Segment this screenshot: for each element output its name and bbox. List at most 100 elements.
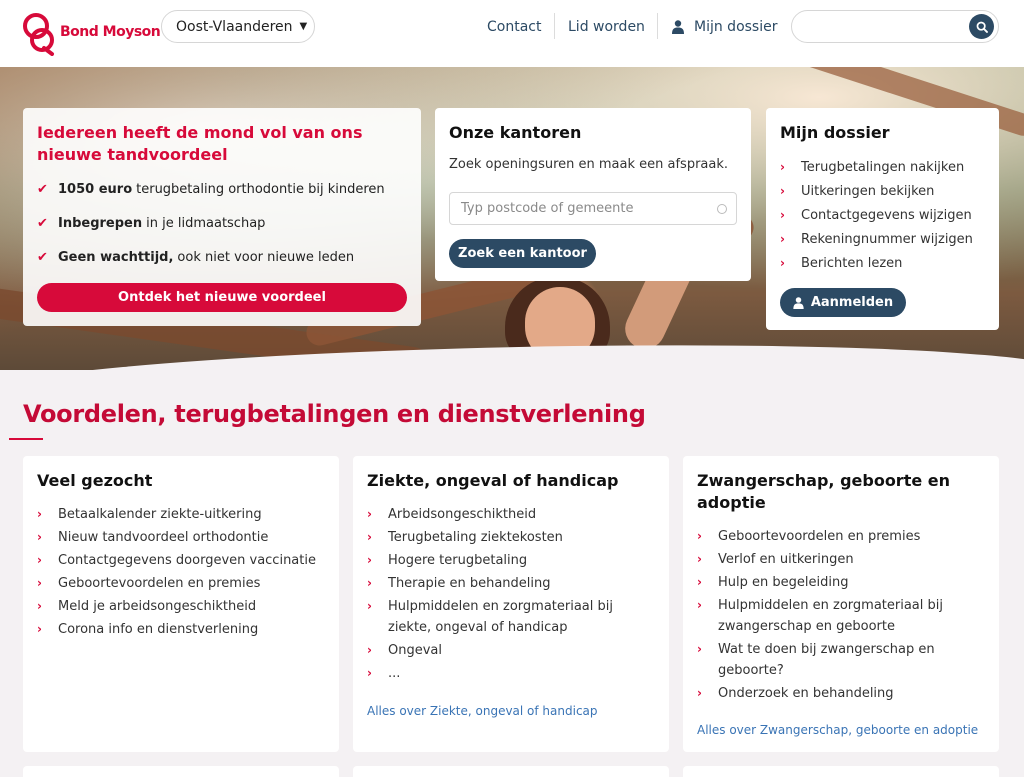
list-item[interactable]: › Arbeidsongeschiktheid [367,504,655,525]
check-icon: ✔ [37,216,48,231]
list-item[interactable]: › Contactgegevens doorgeven vaccinatie [37,550,325,571]
tile-next [23,766,339,777]
nav-lid-worden-label: Lid worden [568,18,645,35]
postcode-input[interactable]: Typ postcode of gemeente [449,192,737,225]
tile-all-link[interactable]: Alles over Zwangerschap, geboorte en ado… [697,723,978,737]
tile-links: › Arbeidsongeschiktheid › Terugbetaling zi… [367,504,655,684]
tile-links: › Betaalkalender ziekte-uitkering › Nieuw … [37,504,325,640]
chevron-right-icon: › [367,530,372,544]
list-item[interactable]: › Wat te doen bij zwangerschap en geboort… [697,639,985,681]
list-item[interactable]: › Berichten lezen [780,253,985,277]
list-item[interactable]: › Therapie en behandeling [367,573,655,594]
list-item[interactable]: › Hulpmiddelen en zorgmateriaal bij zwang… [697,595,985,637]
check-icon: ✔ [37,250,48,265]
offices-title: Onze kantoren [449,123,582,142]
chevron-right-icon: › [37,622,42,636]
list-item[interactable]: › Terugbetaling ziektekosten [367,527,655,548]
chevron-right-icon: › [780,208,785,222]
list-item[interactable]: › Corona info en dienstverlening [37,619,325,640]
list-item[interactable]: › Hulpmiddelen en zorgmateriaal bij ziekt… [367,596,655,638]
link-label: Terugbetaling ziektekosten [388,530,563,545]
chevron-right-icon: › [780,256,785,270]
list-item[interactable]: › Ongeval [367,640,655,661]
location-icon [717,204,727,214]
link-label: Wat te doen bij zwangerschap en geboorte… [718,642,935,678]
search-button[interactable] [969,14,994,39]
search-input[interactable] [791,10,999,43]
list-item[interactable]: › Rekeningnummer wijzigen [780,229,985,253]
list-item[interactable]: › Meld je arbeidsongeschiktheid [37,596,325,617]
chevron-right-icon: › [367,507,372,521]
list-item[interactable]: › Betaalkalender ziekte-uitkering [37,504,325,525]
promo-item-bold: Inbegrepen [58,216,143,231]
chevron-right-icon: › [697,686,702,700]
nav-divider [657,13,658,39]
promo-checklist: ✔ 1050 euro terugbetaling orthodontie bij … [37,173,407,275]
link-label: ... [388,666,401,681]
link-label: Hulpmiddelen en zorgmateriaal bij zwange… [718,598,943,634]
logo[interactable]: Bond Moyson [22,8,162,56]
nav-mijn-dossier[interactable]: Mijn dossier [672,10,777,43]
chevron-right-icon: › [697,598,702,612]
link-label: Therapie en behandeling [388,576,551,591]
link-label: Hulp en begeleiding [718,575,849,590]
list-item[interactable]: › Uitkeringen bekijken [780,181,985,205]
chevron-right-icon: › [367,599,372,613]
list-item: ✔ Inbegrepen in je lidmaatschap [37,207,407,241]
region-label: Oost-Vlaanderen [176,18,293,35]
list-item[interactable]: › Contactgegevens wijzigen [780,205,985,229]
promo-card: Iedereen heeft de mond vol van ons nieuw… [23,108,421,326]
list-item[interactable]: › Geboortevoordelen en premies [697,526,985,547]
chevron-right-icon: › [367,576,372,590]
link-label: Verlof en uitkeringen [718,552,854,567]
nav-contact[interactable]: Contact [487,10,541,43]
my-file-links: › Terugbetalingen nakijken › Uitkeringen b… [780,157,985,277]
list-item[interactable]: › Hogere terugbetaling [367,550,655,571]
nav-contact-label: Contact [487,18,542,35]
chevron-down-icon: ▼ [299,21,308,32]
nav-divider [554,13,555,39]
tile-title: Veel gezocht [37,471,153,490]
chevron-right-icon: › [697,529,702,543]
tile-title: Ziekte, ongeval of handicap [367,471,619,490]
promo-item-bold: Geen wachttijd, [58,250,174,265]
region-select[interactable]: Oost-Vlaanderen ▼ [161,10,315,43]
tile-all-link[interactable]: Alles over Ziekte, ongeval of handicap [367,704,598,718]
link-label: Hogere terugbetaling [388,553,528,568]
tile-next [353,766,669,777]
link-label: Betaalkalender ziekte-uitkering [58,507,262,522]
link-label: Nieuw tandvoordeel orthodontie [58,530,269,545]
link-label: Rekeningnummer wijzigen [801,232,973,247]
list-item[interactable]: › Hulp en begeleiding [697,572,985,593]
chevron-right-icon: › [697,552,702,566]
list-item[interactable]: › Terugbetalingen nakijken [780,157,985,181]
promo-title: Iedereen heeft de mond vol van ons nieuw… [37,123,363,164]
chevron-right-icon: › [367,643,372,657]
search-icon [976,21,988,33]
tile-ziekte-ongeval: Ziekte, ongeval of handicap › Arbeidsonge… [353,456,669,752]
promo-item-text: terugbetaling orthodontie bij kinderen [136,182,385,197]
list-item[interactable]: › Geboortevoordelen en premies [37,573,325,594]
list-item[interactable]: › Onderzoek en behandeling [697,683,985,704]
login-button[interactable]: Aanmelden [780,288,906,317]
nav-mijn-dossier-label: Mijn dossier [694,18,778,35]
nav-lid-worden[interactable]: Lid worden [568,10,645,43]
tile-next [683,766,999,777]
login-button-label: Aanmelden [810,295,894,310]
link-label: Corona info en dienstverlening [58,622,259,637]
my-file-card: Mijn dossier › Terugbetalingen nakijken ›… [766,108,999,330]
postcode-placeholder: Typ postcode of gemeente [461,201,634,216]
promo-item-bold: 1050 euro [58,182,133,197]
offices-subtitle: Zoek openingsuren en maak een afspraak. [449,157,729,172]
promo-button[interactable]: Ontdek het nieuwe voordeel [37,283,407,312]
list-item[interactable]: › Verlof en uitkeringen [697,549,985,570]
list-item[interactable]: › Nieuw tandvoordeel orthodontie [37,527,325,548]
find-office-button[interactable]: Zoek een kantoor [449,239,596,268]
link-label: Contactgegevens doorgeven vaccinatie [58,553,316,568]
link-label: Meld je arbeidsongeschiktheid [58,599,257,614]
chevron-right-icon: › [697,642,702,656]
section-title: Voordelen, terugbetalingen en dienstverl… [23,400,646,428]
chevron-right-icon: › [37,553,42,567]
tile-veel-gezocht: Veel gezocht › Betaalkalender ziekte-uitk… [23,456,339,752]
list-item[interactable]: ›... [367,663,655,684]
